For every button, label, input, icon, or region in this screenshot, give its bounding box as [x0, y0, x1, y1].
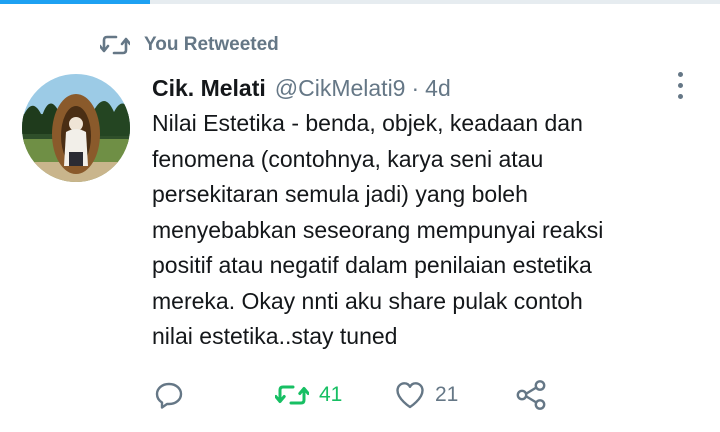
separator-dot: · — [411, 74, 420, 101]
retweet-button[interactable]: 41 — [275, 382, 395, 408]
retweet-notice[interactable]: You Retweeted — [100, 30, 279, 60]
tweet-text-line: mereka. Okay nnti aku share pulak contoh — [152, 287, 583, 314]
tweet-text-line: menyebabkan seseorang mempunyai reaksi — [152, 216, 604, 243]
tweet-text-line: Nilai Estetika - benda, objek, keadaan d… — [152, 110, 583, 136]
more-options-button[interactable] — [668, 70, 692, 100]
reply-icon — [155, 381, 183, 409]
like-count: 21 — [435, 383, 459, 406]
avatar[interactable] — [22, 74, 130, 182]
retweet-count: 41 — [319, 383, 343, 406]
tweet-text-line: positif atau negatif dalam penilaian est… — [152, 252, 592, 278]
reply-button[interactable] — [155, 381, 275, 409]
retweet-notice-label: You Retweeted — [144, 34, 279, 55]
tweet-text-line: persekitaran semula jadi) yang boleh — [152, 181, 528, 207]
author-handle[interactable]: @CikMelati9 — [275, 75, 406, 102]
tweet-actions: 41 21 — [155, 374, 547, 416]
like-button[interactable]: 21 — [395, 381, 515, 409]
retweet-icon — [100, 33, 130, 57]
tweet-text: Nilai Estetika - benda, objek, keadaan d… — [152, 106, 692, 355]
tweet-text-line: nilai estetika..stay tuned — [152, 323, 398, 349]
tweet-text-line: fenomena (contohnya, karya seni atau — [152, 145, 544, 172]
retweet-icon — [275, 382, 309, 408]
more-vertical-icon — [677, 71, 683, 77]
share-button[interactable] — [515, 379, 547, 411]
share-icon — [515, 379, 547, 411]
author-name[interactable]: Cik. Melati — [152, 75, 266, 102]
tweet-header: Cik. Melati @CikMelati9 · 4d — [152, 68, 451, 108]
active-tab-indicator — [0, 0, 150, 4]
top-tab-indicator-track — [0, 0, 720, 4]
tweet-timestamp[interactable]: 4d — [425, 75, 451, 102]
heart-icon — [395, 381, 425, 409]
